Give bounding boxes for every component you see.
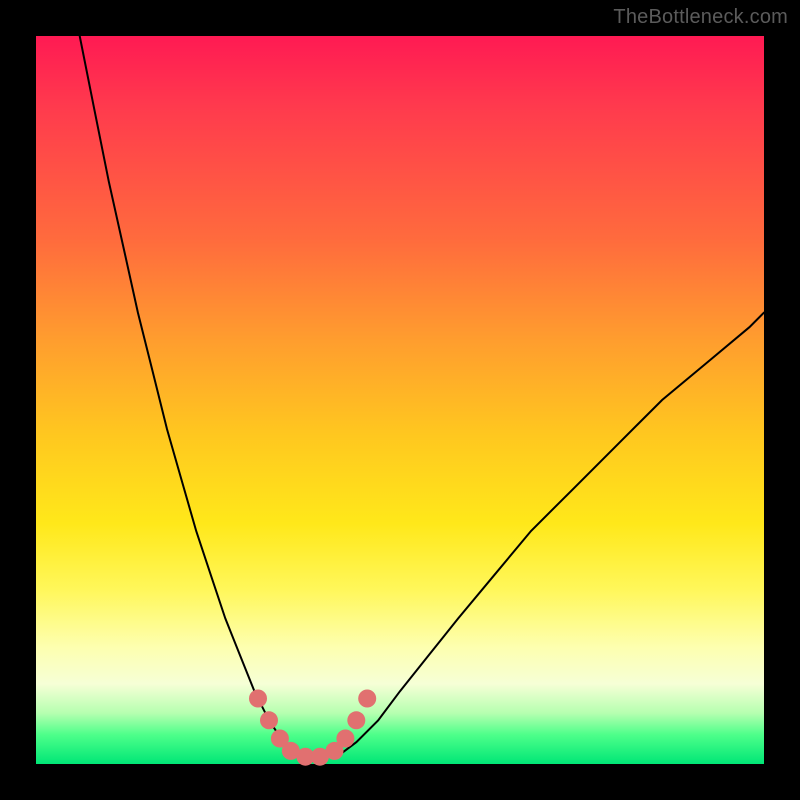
curve-layer	[36, 36, 764, 764]
valley-marker	[336, 730, 354, 748]
valley-marker	[260, 711, 278, 729]
valley-marker	[358, 690, 376, 708]
watermark-text: TheBottleneck.com	[613, 6, 788, 29]
chart-frame: TheBottleneck.com	[0, 0, 800, 800]
right-curve	[342, 313, 764, 753]
valley-marker	[249, 690, 267, 708]
valley-markers	[249, 690, 376, 766]
plot-area	[36, 36, 764, 764]
valley-marker	[347, 711, 365, 729]
left-curve	[80, 36, 291, 753]
